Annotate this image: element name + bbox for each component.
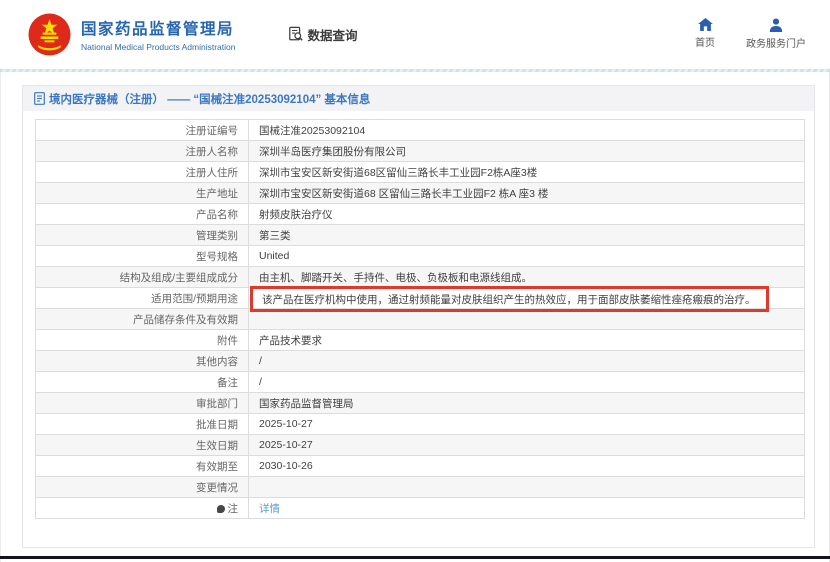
table-row: 批准日期 2025-10-27	[35, 413, 805, 435]
table-row: 备注 /	[35, 371, 805, 393]
row-label: 适用范围/预期用途	[35, 287, 249, 309]
table-row: 管理类别 第三类	[35, 224, 805, 246]
row-value: 深圳市宝安区新安街道68 区留仙三路长丰工业园F2 栋A 座3 楼	[248, 182, 805, 204]
table-row: 注册证编号 国械注准20253092104	[35, 119, 805, 141]
row-value: 2025-10-27	[248, 434, 805, 456]
panel-title-bar: 境内医疗器械（注册） —— “国械注准20253092104” 基本信息	[23, 86, 814, 111]
row-value: 由主机、脚踏开关、手持件、电极、负极板和电源线组成。	[248, 266, 805, 288]
row-value: 深圳市宝安区新安街道68区留仙三路长丰工业园F2栋A座3楼	[248, 161, 805, 183]
row-value: 国家药品监督管理局	[248, 392, 805, 414]
document-search-icon	[288, 26, 303, 41]
row-value: 射频皮肤治疗仪	[248, 203, 805, 225]
nmpa-emblem-logo	[28, 12, 71, 56]
data-query-nav[interactable]: 数据查询	[288, 25, 358, 44]
detail-link[interactable]: 详情	[259, 503, 280, 515]
row-value: 2030-10-26	[248, 455, 805, 477]
table-row: 附件 产品技术要求	[35, 329, 805, 351]
row-value: 2025-10-27	[248, 413, 805, 435]
data-query-label: 数据查询	[307, 28, 358, 43]
table-row: 生效日期 2025-10-27	[35, 434, 805, 456]
row-value: 详情	[248, 497, 805, 519]
header-nav: 首页 政务服务门户	[688, 18, 806, 50]
row-label: 注册人名称	[35, 140, 249, 162]
person-icon	[769, 18, 783, 32]
table-row: 生产地址 深圳市宝安区新安街道68 区留仙三路长丰工业园F2 栋A 座3 楼	[35, 182, 805, 204]
nav-item-home[interactable]: 首页	[688, 18, 722, 50]
document-icon	[34, 92, 45, 105]
row-label: 备注	[35, 371, 249, 393]
row-label: 注册人住所	[35, 161, 249, 183]
nav-item-label: 政务服务门户	[746, 39, 806, 50]
row-value: /	[248, 371, 805, 393]
row-label: 有效期至	[35, 455, 249, 477]
row-value: 该产品在医疗机构中使用，通过射频能量对皮肤组织产生的热效应，用于面部皮肤萎缩性痤…	[248, 286, 805, 312]
row-label: 结构及组成/主要组成成分	[35, 266, 249, 288]
row-value: 第三类	[248, 224, 805, 246]
row-label: 生效日期	[35, 434, 249, 456]
table-row: 适用范围/预期用途 该产品在医疗机构中使用，通过射频能量对皮肤组织产生的热效应，用…	[35, 286, 805, 312]
row-label: 附件	[35, 329, 249, 351]
row-label: 注	[35, 497, 249, 519]
highlight-annotation: 该产品在医疗机构中使用，通过射频能量对皮肤组织产生的热效应，用于面部皮肤萎缩性痤…	[250, 286, 769, 312]
row-label: 其他内容	[35, 350, 249, 372]
row-label: 注册证编号	[35, 119, 249, 141]
row-label: 变更情况	[35, 476, 249, 498]
org-title-block: 国家药品监督管理局 National Medical Products Admi…	[81, 17, 236, 52]
header-divider	[0, 69, 830, 72]
row-value: 产品技术要求	[248, 329, 805, 351]
row-value: /	[248, 350, 805, 372]
org-name-en: National Medical Products Administration	[81, 41, 236, 52]
table-row: 其他内容 /	[35, 350, 805, 372]
row-label: 产品储存条件及有效期	[35, 308, 249, 330]
row-label: 管理类别	[35, 224, 249, 246]
nav-item-service-portal[interactable]: 政务服务门户	[746, 18, 806, 50]
row-value: 深圳半岛医疗集团股份有限公司	[248, 140, 805, 162]
row-label: 产品名称	[35, 203, 249, 225]
nav-item-label: 首页	[695, 38, 715, 49]
panel-title: 境内医疗器械（注册） —— “国械注准20253092104” 基本信息	[49, 93, 371, 106]
row-label: 生产地址	[35, 182, 249, 204]
row-value	[248, 476, 805, 498]
table-row: 有效期至 2030-10-26	[35, 455, 805, 477]
page-bottom-bar	[0, 556, 830, 559]
row-value: United	[248, 245, 805, 267]
row-label: 批准日期	[35, 413, 249, 435]
registration-info-panel: 境内医疗器械（注册） —— “国械注准20253092104” 基本信息 注册证…	[22, 85, 815, 548]
row-value: 国械注准20253092104	[248, 119, 805, 141]
table-row: 审批部门 国家药品监督管理局	[35, 392, 805, 414]
registration-info-table: 注册证编号 国械注准20253092104 注册人名称 深圳半岛医疗集团股份有限公司注…	[35, 119, 805, 519]
site-header: 国家药品监督管理局 National Medical Products Admi…	[0, 0, 830, 68]
row-label: 型号规格	[35, 245, 249, 267]
table-row: 注册人名称 深圳半岛医疗集团股份有限公司	[35, 140, 805, 162]
table-row: 产品名称 射频皮肤治疗仪	[35, 203, 805, 225]
row-label: 审批部门	[35, 392, 249, 414]
table-row: 型号规格 United	[35, 245, 805, 267]
note-icon	[216, 504, 225, 513]
table-row: 注详情	[35, 497, 805, 519]
home-icon	[697, 18, 713, 31]
info-table-body: 注册证编号 国械注准20253092104 注册人名称 深圳半岛医疗集团股份有限公司注…	[35, 119, 805, 519]
table-row: 注册人住所 深圳市宝安区新安街道68区留仙三路长丰工业园F2栋A座3楼	[35, 161, 805, 183]
table-row: 变更情况	[35, 476, 805, 498]
table-row: 结构及组成/主要组成成分 由主机、脚踏开关、手持件、电极、负极板和电源线组成。	[35, 266, 805, 288]
org-name: 国家药品监督管理局	[81, 20, 235, 38]
